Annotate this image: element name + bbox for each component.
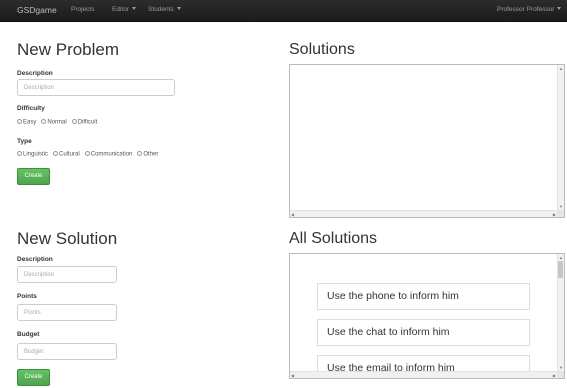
solutions-textarea[interactable]: ▲ ▼ ◀ ▶ (289, 64, 565, 218)
scrollbar-corner (557, 210, 564, 217)
new-solution-title: New Solution (17, 229, 118, 248)
scroll-down-icon[interactable]: ▼ (559, 204, 563, 209)
nav-projects[interactable]: Projects (71, 6, 94, 13)
solution-item[interactable]: Use the phone to inform him (317, 283, 530, 310)
scroll-left-icon[interactable]: ◀ (291, 373, 294, 378)
all-solutions-title: All Solutions (289, 230, 378, 247)
budget-input[interactable]: Budget (17, 343, 117, 360)
scrollbar-corner (557, 371, 564, 378)
problem-description-label: Description (17, 70, 53, 77)
create-problem-button[interactable]: Create (17, 168, 50, 185)
points-input[interactable]: Points (17, 304, 117, 321)
difficulty-option-normal[interactable]: Normal (41, 119, 67, 126)
type-option-cultural[interactable]: Cultural (53, 151, 80, 158)
difficulty-option-difficult[interactable]: Difficult (71, 119, 97, 126)
solutions-title: Solutions (289, 41, 355, 58)
budget-placeholder: Budget (24, 349, 44, 355)
difficulty-option-easy[interactable]: Easy (17, 119, 36, 126)
radio-icon[interactable] (41, 119, 47, 124)
radio-icon[interactable] (84, 151, 90, 156)
all-solutions-horizontal-scrollbar[interactable]: ◀ ▶ (290, 371, 557, 378)
radio-icon[interactable] (71, 119, 77, 124)
solutions-vertical-scrollbar[interactable]: ▲ ▼ (557, 65, 564, 210)
chevron-down-icon (557, 7, 562, 10)
solution-description-input[interactable]: Description (17, 266, 117, 283)
type-label: Type (17, 138, 32, 145)
chevron-down-icon (176, 7, 181, 10)
problem-description-input[interactable]: Description (17, 79, 175, 96)
nav-students[interactable]: Students (148, 6, 181, 13)
solution-description-label: Description (17, 256, 53, 263)
radio-icon[interactable] (137, 151, 143, 156)
scrollbar-thumb[interactable] (558, 261, 563, 278)
chevron-down-icon (131, 7, 136, 10)
scroll-left-icon[interactable]: ◀ (291, 212, 294, 217)
radio-icon[interactable] (17, 119, 22, 124)
scroll-down-icon[interactable]: ▼ (559, 365, 563, 370)
difficulty-radio-group: Easy Normal Difficult (17, 119, 102, 126)
scroll-up-icon[interactable]: ▲ (559, 255, 563, 260)
top-navbar: GSDgame Projects Editor Students Profess… (0, 0, 567, 22)
budget-label: Budget (17, 331, 40, 338)
scroll-up-icon[interactable]: ▲ (559, 66, 563, 71)
scroll-right-icon[interactable]: ▶ (553, 373, 556, 378)
type-option-communication[interactable]: Communication (84, 151, 132, 158)
scroll-right-icon[interactable]: ▶ (553, 212, 556, 217)
type-option-other[interactable]: Other (137, 151, 158, 158)
solution-description-placeholder: Description (24, 272, 55, 278)
points-placeholder: Points (24, 310, 41, 316)
points-label: Points (17, 293, 37, 300)
difficulty-label: Difficulty (17, 105, 45, 112)
all-solutions-list[interactable]: Use the phone to inform him Use the chat… (289, 253, 565, 379)
type-option-linguistic[interactable]: Linguistic (17, 151, 48, 158)
radio-icon[interactable] (17, 151, 22, 156)
solutions-horizontal-scrollbar[interactable]: ◀ ▶ (290, 210, 557, 217)
all-solutions-vertical-scrollbar[interactable]: ▲ ▼ (557, 254, 564, 371)
nav-editor[interactable]: Editor (112, 6, 136, 13)
user-menu[interactable]: Professor Professor (497, 6, 562, 13)
new-problem-title: New Problem (17, 40, 120, 59)
radio-icon[interactable] (53, 151, 59, 156)
create-solution-button[interactable]: Create (17, 369, 50, 386)
brand-logo[interactable]: GSDgame (17, 5, 57, 15)
solution-item[interactable]: Use the chat to inform him (317, 319, 530, 346)
type-radio-group: Linguistic Cultural Communication Other (17, 151, 163, 158)
problem-description-placeholder: Description (24, 85, 55, 91)
